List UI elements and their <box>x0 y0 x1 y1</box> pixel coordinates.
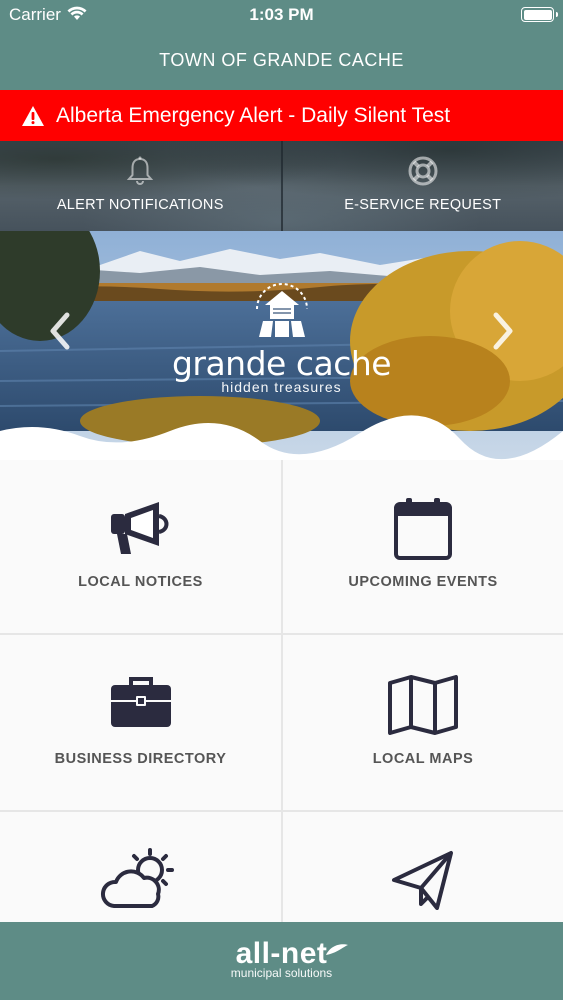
page-title: TOWN OF GRANDE CACHE <box>159 49 404 70</box>
local-notices-tile[interactable]: LOCAL NOTICES <box>0 460 281 633</box>
alert-text: Alberta Emergency Alert - Daily Silent T… <box>56 103 451 127</box>
battery-icon <box>521 7 558 22</box>
grande-cache-logo: grande cache hidden treasures <box>0 281 563 395</box>
local-maps-tile[interactable]: LOCAL MAPS <box>283 635 563 810</box>
lodge-emblem-icon <box>255 283 308 337</box>
footer: all-net municipal solutions <box>0 922 563 1000</box>
business-directory-tile[interactable]: BUSINESS DIRECTORY <box>0 635 281 810</box>
weather-icon <box>100 848 174 908</box>
calendar-icon <box>394 498 452 560</box>
upcoming-events-tile[interactable]: UPCOMING EVENTS <box>283 460 563 633</box>
bell-icon <box>127 156 154 185</box>
map-icon <box>388 675 458 735</box>
e-service-request-button[interactable]: E-SERVICE REQUEST <box>280 141 563 231</box>
leaf-icon <box>326 944 349 955</box>
upcoming-events-label: UPCOMING EVENTS <box>348 574 498 590</box>
lifebuoy-icon <box>408 156 438 186</box>
paper-plane-icon <box>392 851 453 910</box>
megaphone-icon <box>110 502 168 554</box>
emergency-alert-banner[interactable]: Alberta Emergency Alert - Daily Silent T… <box>0 90 563 141</box>
local-notices-label: LOCAL NOTICES <box>78 574 203 590</box>
business-directory-label: BUSINESS DIRECTORY <box>54 751 227 767</box>
warning-icon <box>22 105 44 126</box>
grid-divider <box>281 460 283 922</box>
send-feedback-tile[interactable] <box>283 812 563 922</box>
alert-notifications-label: ALERT NOTIFICATIONS <box>56 197 224 213</box>
logo-wordmark: grande cache <box>171 344 392 383</box>
weather-tile[interactable] <box>0 812 281 922</box>
briefcase-icon <box>110 677 171 727</box>
alert-notifications-button[interactable]: ALERT NOTIFICATIONS <box>0 141 281 231</box>
clock: 1:03 PM <box>249 5 314 24</box>
logo-tagline: hidden treasures <box>221 379 342 395</box>
hero-carousel[interactable]: grande cache hidden treasures <box>0 231 563 460</box>
status-bar: Carrier 1:03 PM <box>0 0 563 30</box>
grid-divider <box>0 633 563 635</box>
grid-divider <box>0 810 563 812</box>
app-header: TOWN OF GRANDE CACHE <box>0 30 563 90</box>
e-service-request-label: E-SERVICE REQUEST <box>344 197 502 213</box>
feature-grid: LOCAL NOTICES UPCOMING EVENTS BUSINESS D… <box>0 460 563 922</box>
footer-subtitle: municipal solutions <box>230 966 333 980</box>
local-maps-label: LOCAL MAPS <box>372 751 474 767</box>
quick-actions: ALERT NOTIFICATIONS E-SERVICE REQUEST <box>0 141 563 231</box>
